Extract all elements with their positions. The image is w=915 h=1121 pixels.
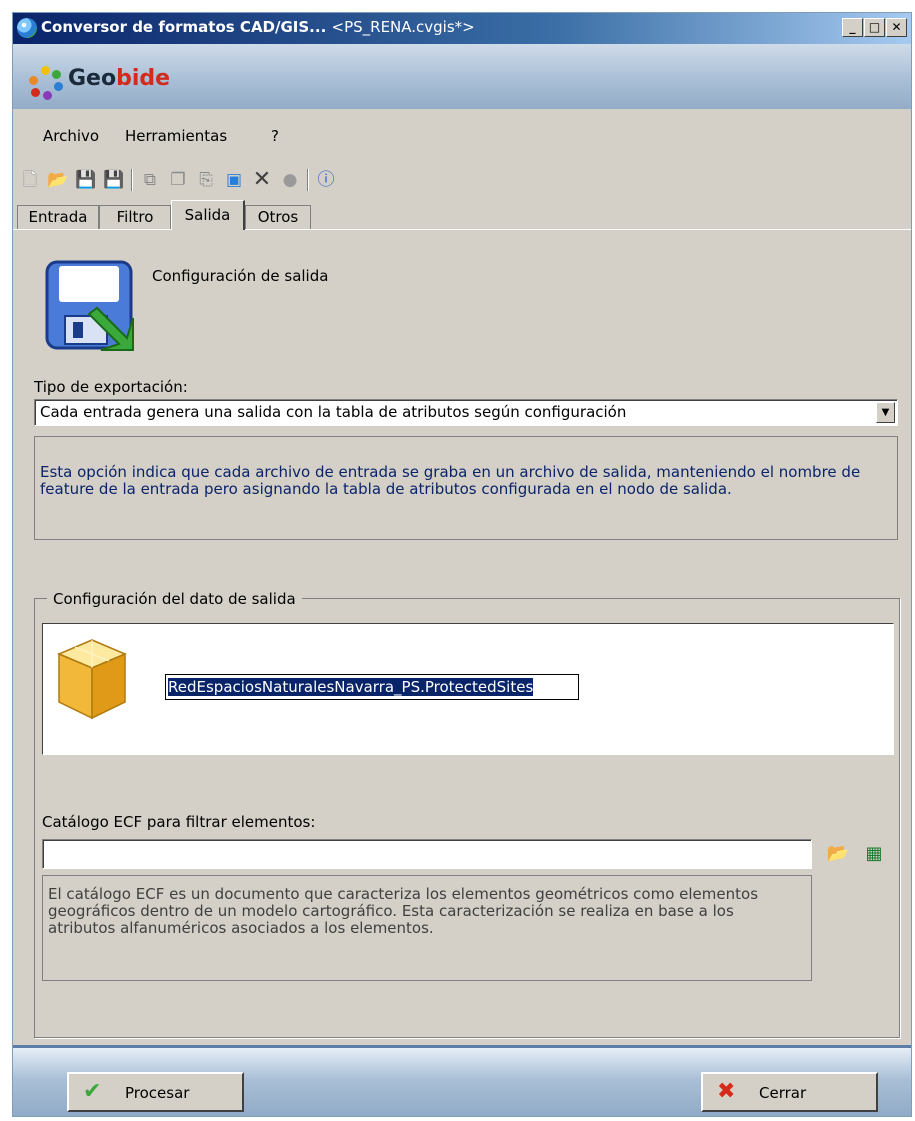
maximize-button[interactable]: □ [864,18,885,37]
brand-header: Geobide [13,44,911,109]
record-icon[interactable]: ● [279,169,301,191]
output-data-box: RedEspaciosNaturalesNavarra_PS.Protected… [42,623,894,755]
checkmark-icon: ✔ [83,1079,102,1104]
export-type-select[interactable]: Cada entrada genera una salida con la ta… [34,399,898,426]
procesar-button[interactable]: ✔ Procesar [67,1072,244,1112]
toolbar: 🗋 📂 💾 💾 ⧉ ❐ ⎘ ▣ ✕ ● ⓘ [13,163,911,197]
output-name-input[interactable]: RedEspaciosNaturalesNavarra_PS.Protected… [165,674,579,700]
ecf-description: El catálogo ECF es un documento que cara… [48,885,759,937]
tab-salida[interactable]: Salida [171,200,245,230]
new-file-icon[interactable]: 🗋 [19,169,41,191]
save-as-icon[interactable]: 💾 [103,169,125,191]
excel-icon[interactable]: ▦ [859,839,889,869]
title-bar[interactable]: Conversor de formatos CAD/GIS... <PS_REN… [13,13,911,44]
panel-title: Configuración de salida [152,267,329,285]
help-icon[interactable]: ⓘ [315,169,337,191]
brand-name: Geobide [68,66,171,91]
salida-panel: Configuración de salida Tipo de exportac… [17,230,905,1042]
export-description: Esta opción indica que cada archivo de e… [40,463,861,498]
tab-otros[interactable]: Otros [245,205,311,229]
tab-strip: Entrada Filtro Salida Otros [13,200,911,230]
tab-filtro[interactable]: Filtro [99,205,171,229]
export-type-value: Cada entrada genera una salida con la ta… [40,403,627,421]
properties-icon[interactable]: ▣ [223,169,245,191]
toolbar-separator [131,169,133,191]
open-folder-icon[interactable]: 📂 [823,839,853,869]
save-icon[interactable]: 💾 [75,169,97,191]
floppy-save-icon [45,260,134,351]
export-type-label: Tipo de exportación: [34,378,188,396]
paste-icon[interactable]: ⎘ [195,169,217,191]
window-title: Conversor de formatos CAD/GIS... <PS_REN… [41,18,475,36]
menu-herramientas[interactable]: Herramientas [125,127,227,145]
ecf-description-box: El catálogo ECF es un documento que cara… [42,875,812,981]
output-name-text: RedEspaciosNaturalesNavarra_PS.Protected… [168,678,534,696]
copy-icon[interactable]: ⧉ [139,169,161,191]
delete-icon[interactable]: ✕ [251,169,273,191]
close-x-icon: ✖ [717,1079,736,1104]
open-folder-icon[interactable]: 📂 [47,169,69,191]
cerrar-label: Cerrar [759,1084,807,1102]
toolbar-separator [307,169,309,191]
feature-cube-icon [57,639,127,720]
export-description-box: Esta opción indica que cada archivo de e… [34,436,898,540]
close-window-button[interactable]: ✕ [886,18,907,37]
menu-help[interactable]: ? [271,127,279,145]
app-icon [17,18,37,38]
chevron-down-icon[interactable]: ▼ [876,402,895,423]
ecf-input[interactable] [42,839,812,869]
geobide-logo-icon [29,66,63,100]
procesar-label: Procesar [125,1084,190,1102]
minimize-button[interactable]: _ [842,18,863,37]
app-window: Conversor de formatos CAD/GIS... <PS_REN… [12,12,912,1117]
cerrar-button[interactable]: ✖ Cerrar [701,1072,878,1112]
menu-archivo[interactable]: Archivo [43,127,99,145]
footer-bar: ✔ Procesar ✖ Cerrar [13,1045,911,1116]
duplicate-icon[interactable]: ❐ [167,169,189,191]
menu-bar: Archivo Herramientas ? [13,123,911,149]
ecf-label: Catálogo ECF para filtrar elementos: [42,813,316,831]
tab-entrada[interactable]: Entrada [17,205,99,229]
group-title: Configuración del dato de salida [47,590,302,608]
